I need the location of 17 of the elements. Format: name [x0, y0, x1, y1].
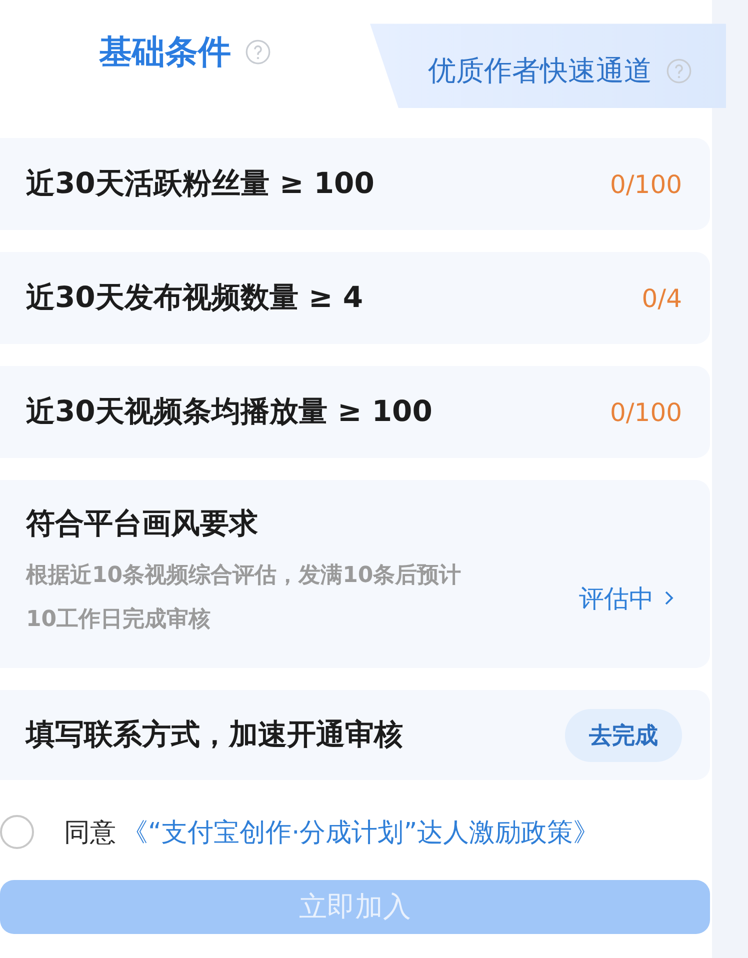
progress-value: 0/4 — [642, 284, 682, 312]
progress-value: 0/100 — [610, 170, 682, 198]
condition-label: 近30天视频条均播放量 ≥ 100 — [26, 393, 432, 430]
agree-text: 同意 — [64, 816, 116, 850]
condition-description: 根据近10条视频综合评估，发满10条后预计10工作日完成审核 — [26, 562, 462, 634]
condition-label: 近30天活跃粉丝量 ≥ 100 — [26, 165, 374, 202]
help-icon[interactable] — [245, 39, 271, 65]
policy-link[interactable]: 《“支付宝创作·分成计划”达人激励政策》 — [122, 814, 600, 850]
chevron-icon — [664, 590, 674, 606]
agree-checkbox[interactable] — [0, 815, 34, 849]
condition-label: 填写联系方式，加速开通审核 — [26, 716, 403, 753]
progress-value: 0/100 — [610, 398, 682, 426]
status-link[interactable]: 评估中 — [579, 582, 674, 614]
condition-label: 符合平台画风要求 — [26, 506, 258, 540]
help-icon[interactable] — [666, 58, 692, 84]
complete-button[interactable]: 去完成 — [565, 708, 682, 762]
condition-label: 近30天发布视频数量 ≥ 4 — [26, 279, 364, 316]
